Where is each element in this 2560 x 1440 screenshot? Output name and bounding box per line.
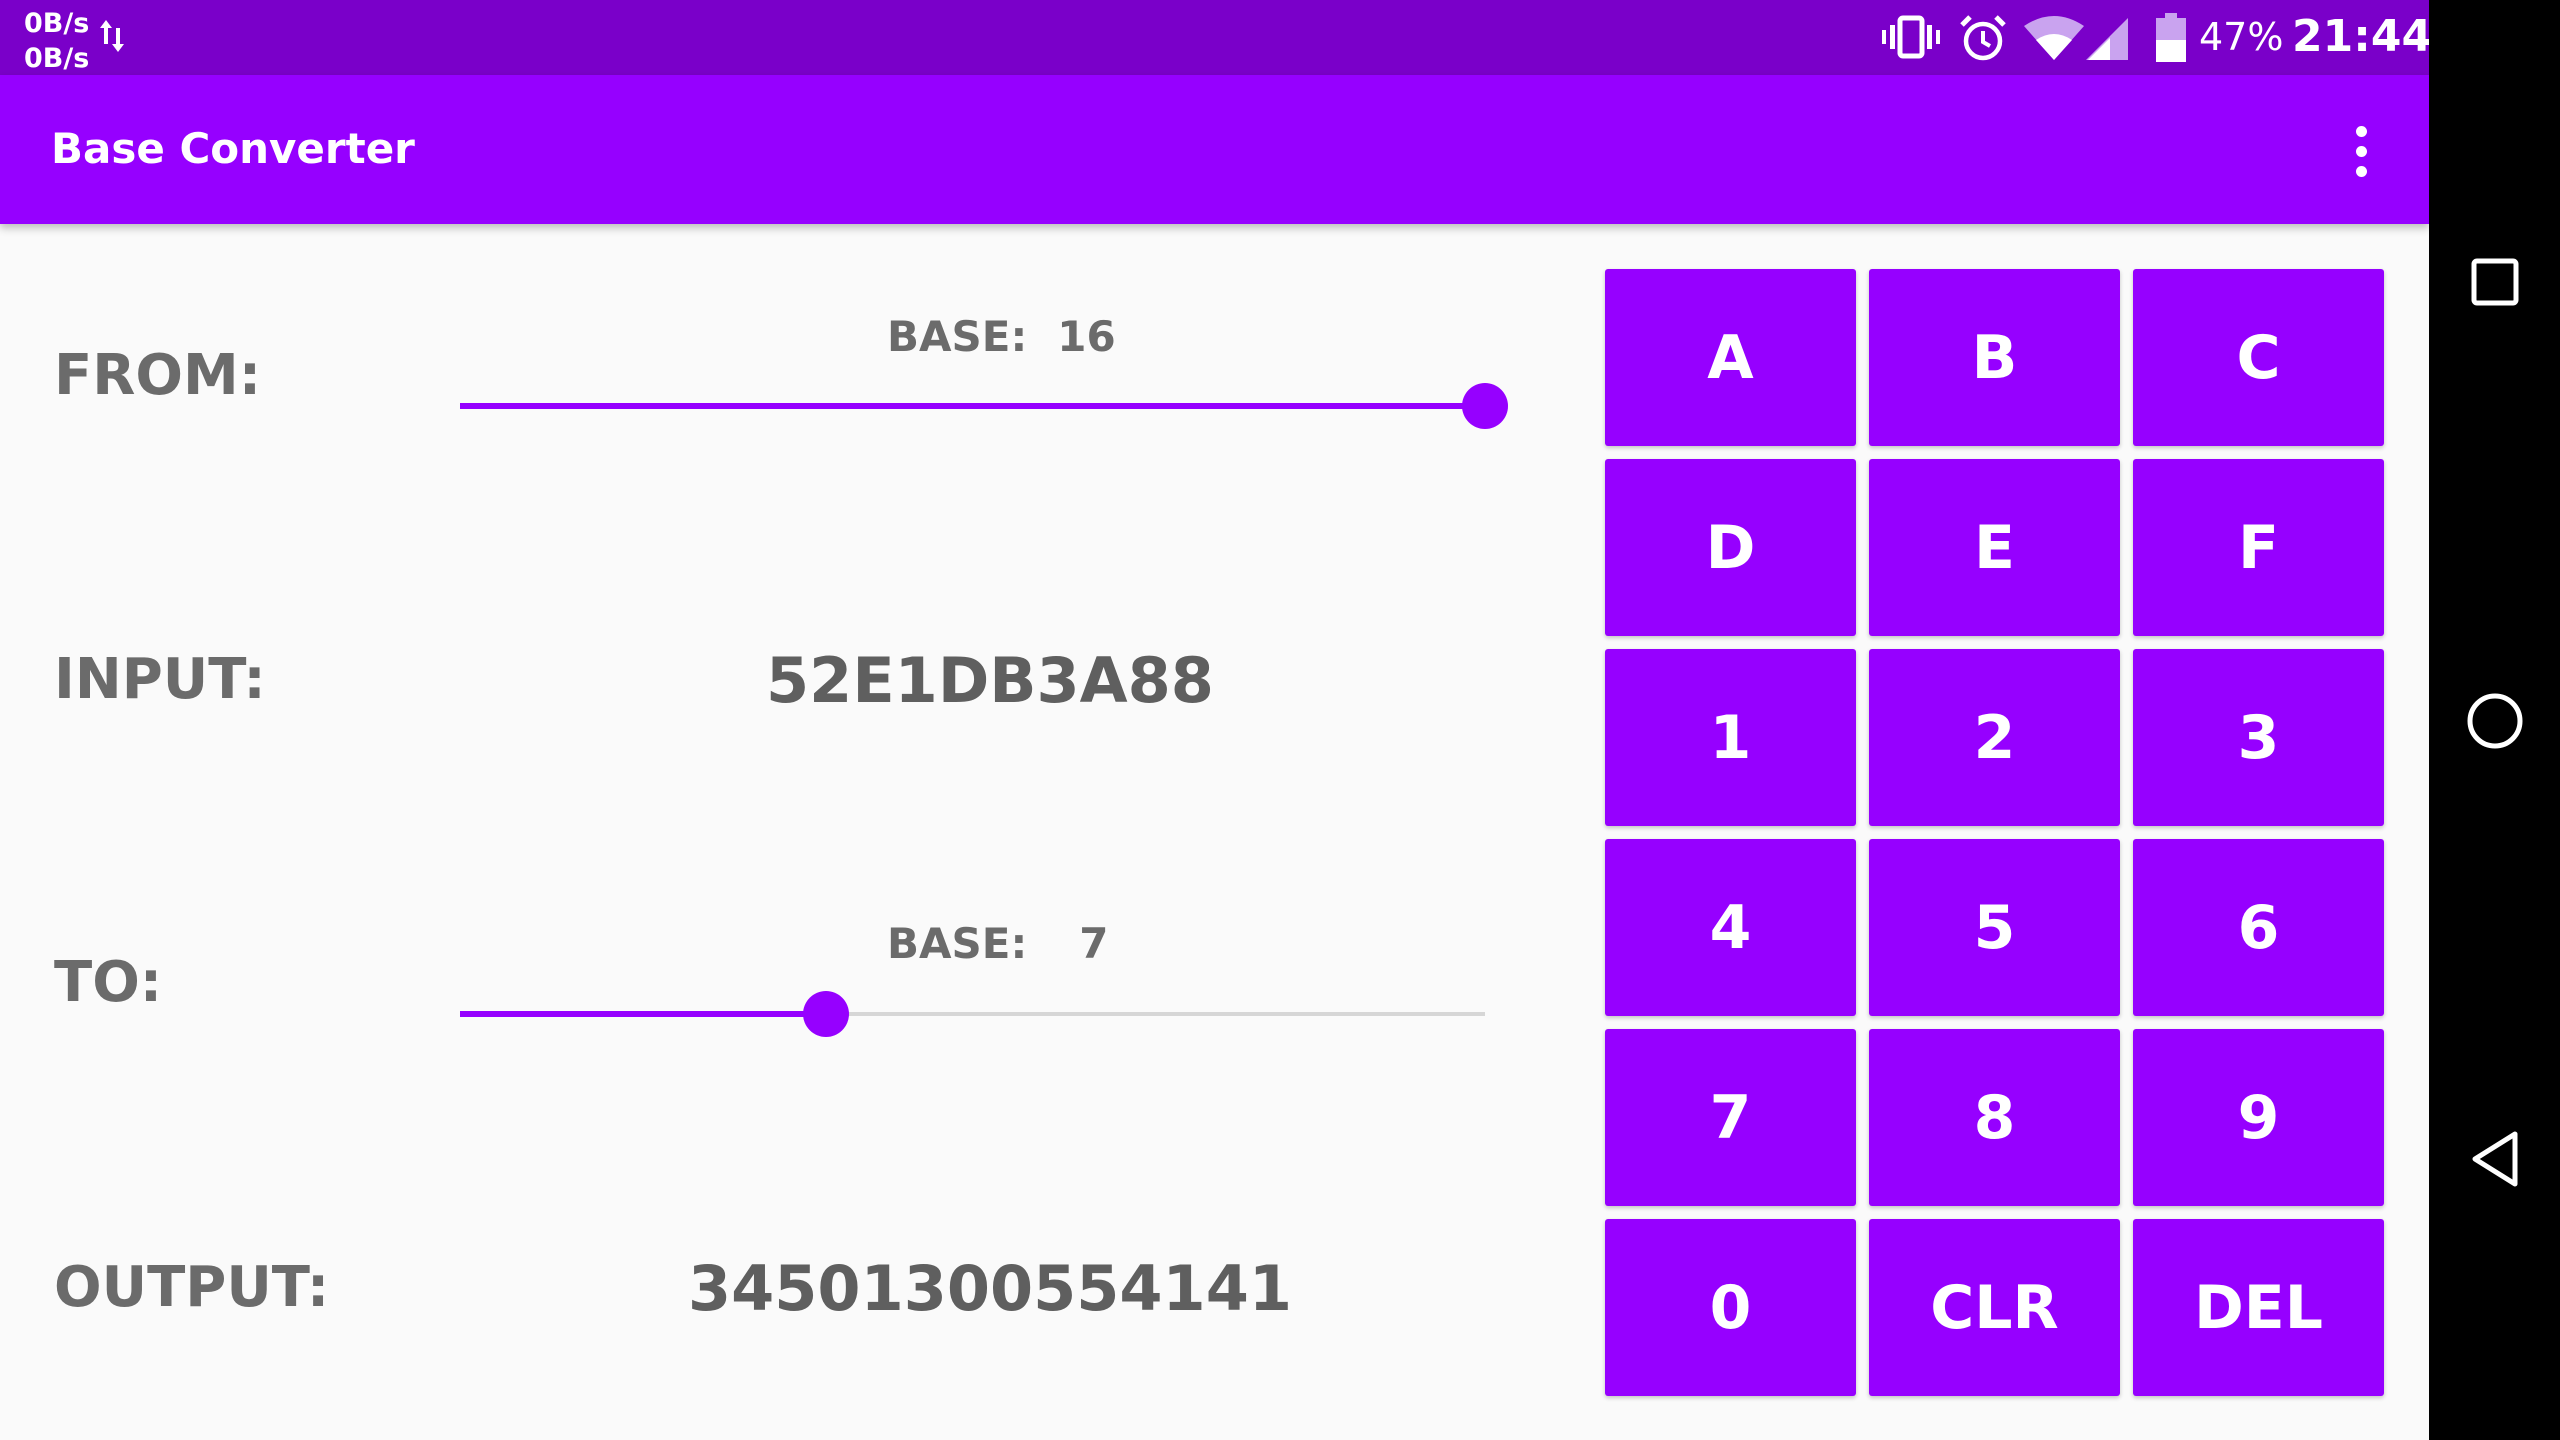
network-speed-down: 0B/s — [24, 43, 90, 74]
key-0-button[interactable]: 0 — [1605, 1219, 1856, 1396]
key-3-button[interactable]: 3 — [2133, 649, 2384, 826]
key-5-button[interactable]: 5 — [1869, 839, 2120, 1016]
key-2-button[interactable]: 2 — [1869, 649, 2120, 826]
from-label: FROM: — [54, 343, 262, 408]
network-speed-up: 0B/s — [24, 8, 90, 39]
key-9-button[interactable]: 9 — [2133, 1029, 2384, 1206]
from-base-caption-text: BASE: — [887, 312, 1028, 361]
to-base-value: 7 — [1079, 919, 1109, 968]
app-bar: Base Converter — [0, 75, 2429, 224]
battery-percent: 47% — [2199, 15, 2284, 59]
app-title: Base Converter — [51, 124, 415, 173]
cell-signal-icon — [2084, 16, 2130, 66]
input-value: 52E1DB3A88 — [766, 644, 1214, 717]
key-f-button[interactable]: F — [2133, 459, 2384, 636]
recents-square-icon[interactable] — [2429, 216, 2560, 347]
wifi-icon — [2024, 14, 2084, 66]
vibrate-icon — [1882, 14, 1940, 64]
key-7-button[interactable]: 7 — [1605, 1029, 1856, 1206]
input-label: INPUT: — [54, 647, 266, 712]
key-clr-button[interactable]: CLR — [1869, 1219, 2120, 1396]
key-del-button[interactable]: DEL — [2133, 1219, 2384, 1396]
output-value: 34501300554141 — [688, 1252, 1292, 1325]
key-b-button[interactable]: B — [1869, 269, 2120, 446]
key-8-button[interactable]: 8 — [1869, 1029, 2120, 1206]
to-label: TO: — [54, 950, 163, 1015]
to-base-slider[interactable] — [460, 990, 1485, 1040]
status-bar: 0B/s 0B/s 47% 21:44 — [0, 0, 2433, 76]
to-base-caption-text: BASE: — [887, 919, 1028, 968]
slider-thumb[interactable] — [802, 991, 849, 1037]
slider-fill — [460, 1011, 826, 1017]
to-base-caption: BASE: 7 — [887, 919, 1187, 969]
more-vert-icon[interactable] — [2335, 116, 2387, 186]
key-e-button[interactable]: E — [1869, 459, 2120, 636]
back-triangle-icon[interactable] — [2429, 1093, 2560, 1224]
key-a-button[interactable]: A — [1605, 269, 1856, 446]
from-base-slider[interactable] — [460, 382, 1508, 432]
screen: 0B/s 0B/s 47% 21:44 Base Converter FROM:… — [0, 0, 2560, 1440]
from-base-value: 16 — [1057, 312, 1116, 361]
slider-thumb[interactable] — [1462, 383, 1508, 429]
key-6-button[interactable]: 6 — [2133, 839, 2384, 1016]
key-d-button[interactable]: D — [1605, 459, 1856, 636]
from-base-caption: BASE: 16 — [887, 312, 1187, 362]
battery-icon — [2154, 13, 2188, 67]
navigation-bar — [2429, 0, 2560, 1440]
alarm-icon — [1958, 13, 2008, 67]
key-c-button[interactable]: C — [2133, 269, 2384, 446]
key-1-button[interactable]: 1 — [1605, 649, 1856, 826]
data-transfer-icon — [98, 16, 128, 60]
output-label: OUTPUT: — [54, 1255, 330, 1320]
slider-fill — [460, 403, 1485, 409]
network-speed: 0B/s 0B/s — [24, 6, 89, 76]
key-4-button[interactable]: 4 — [1605, 839, 1856, 1016]
keypad: A B C D E F 1 2 3 4 5 6 7 8 9 0 CLR DEL — [1605, 269, 2385, 1396]
clock: 21:44 — [2292, 11, 2433, 62]
home-circle-icon[interactable] — [2429, 655, 2560, 786]
